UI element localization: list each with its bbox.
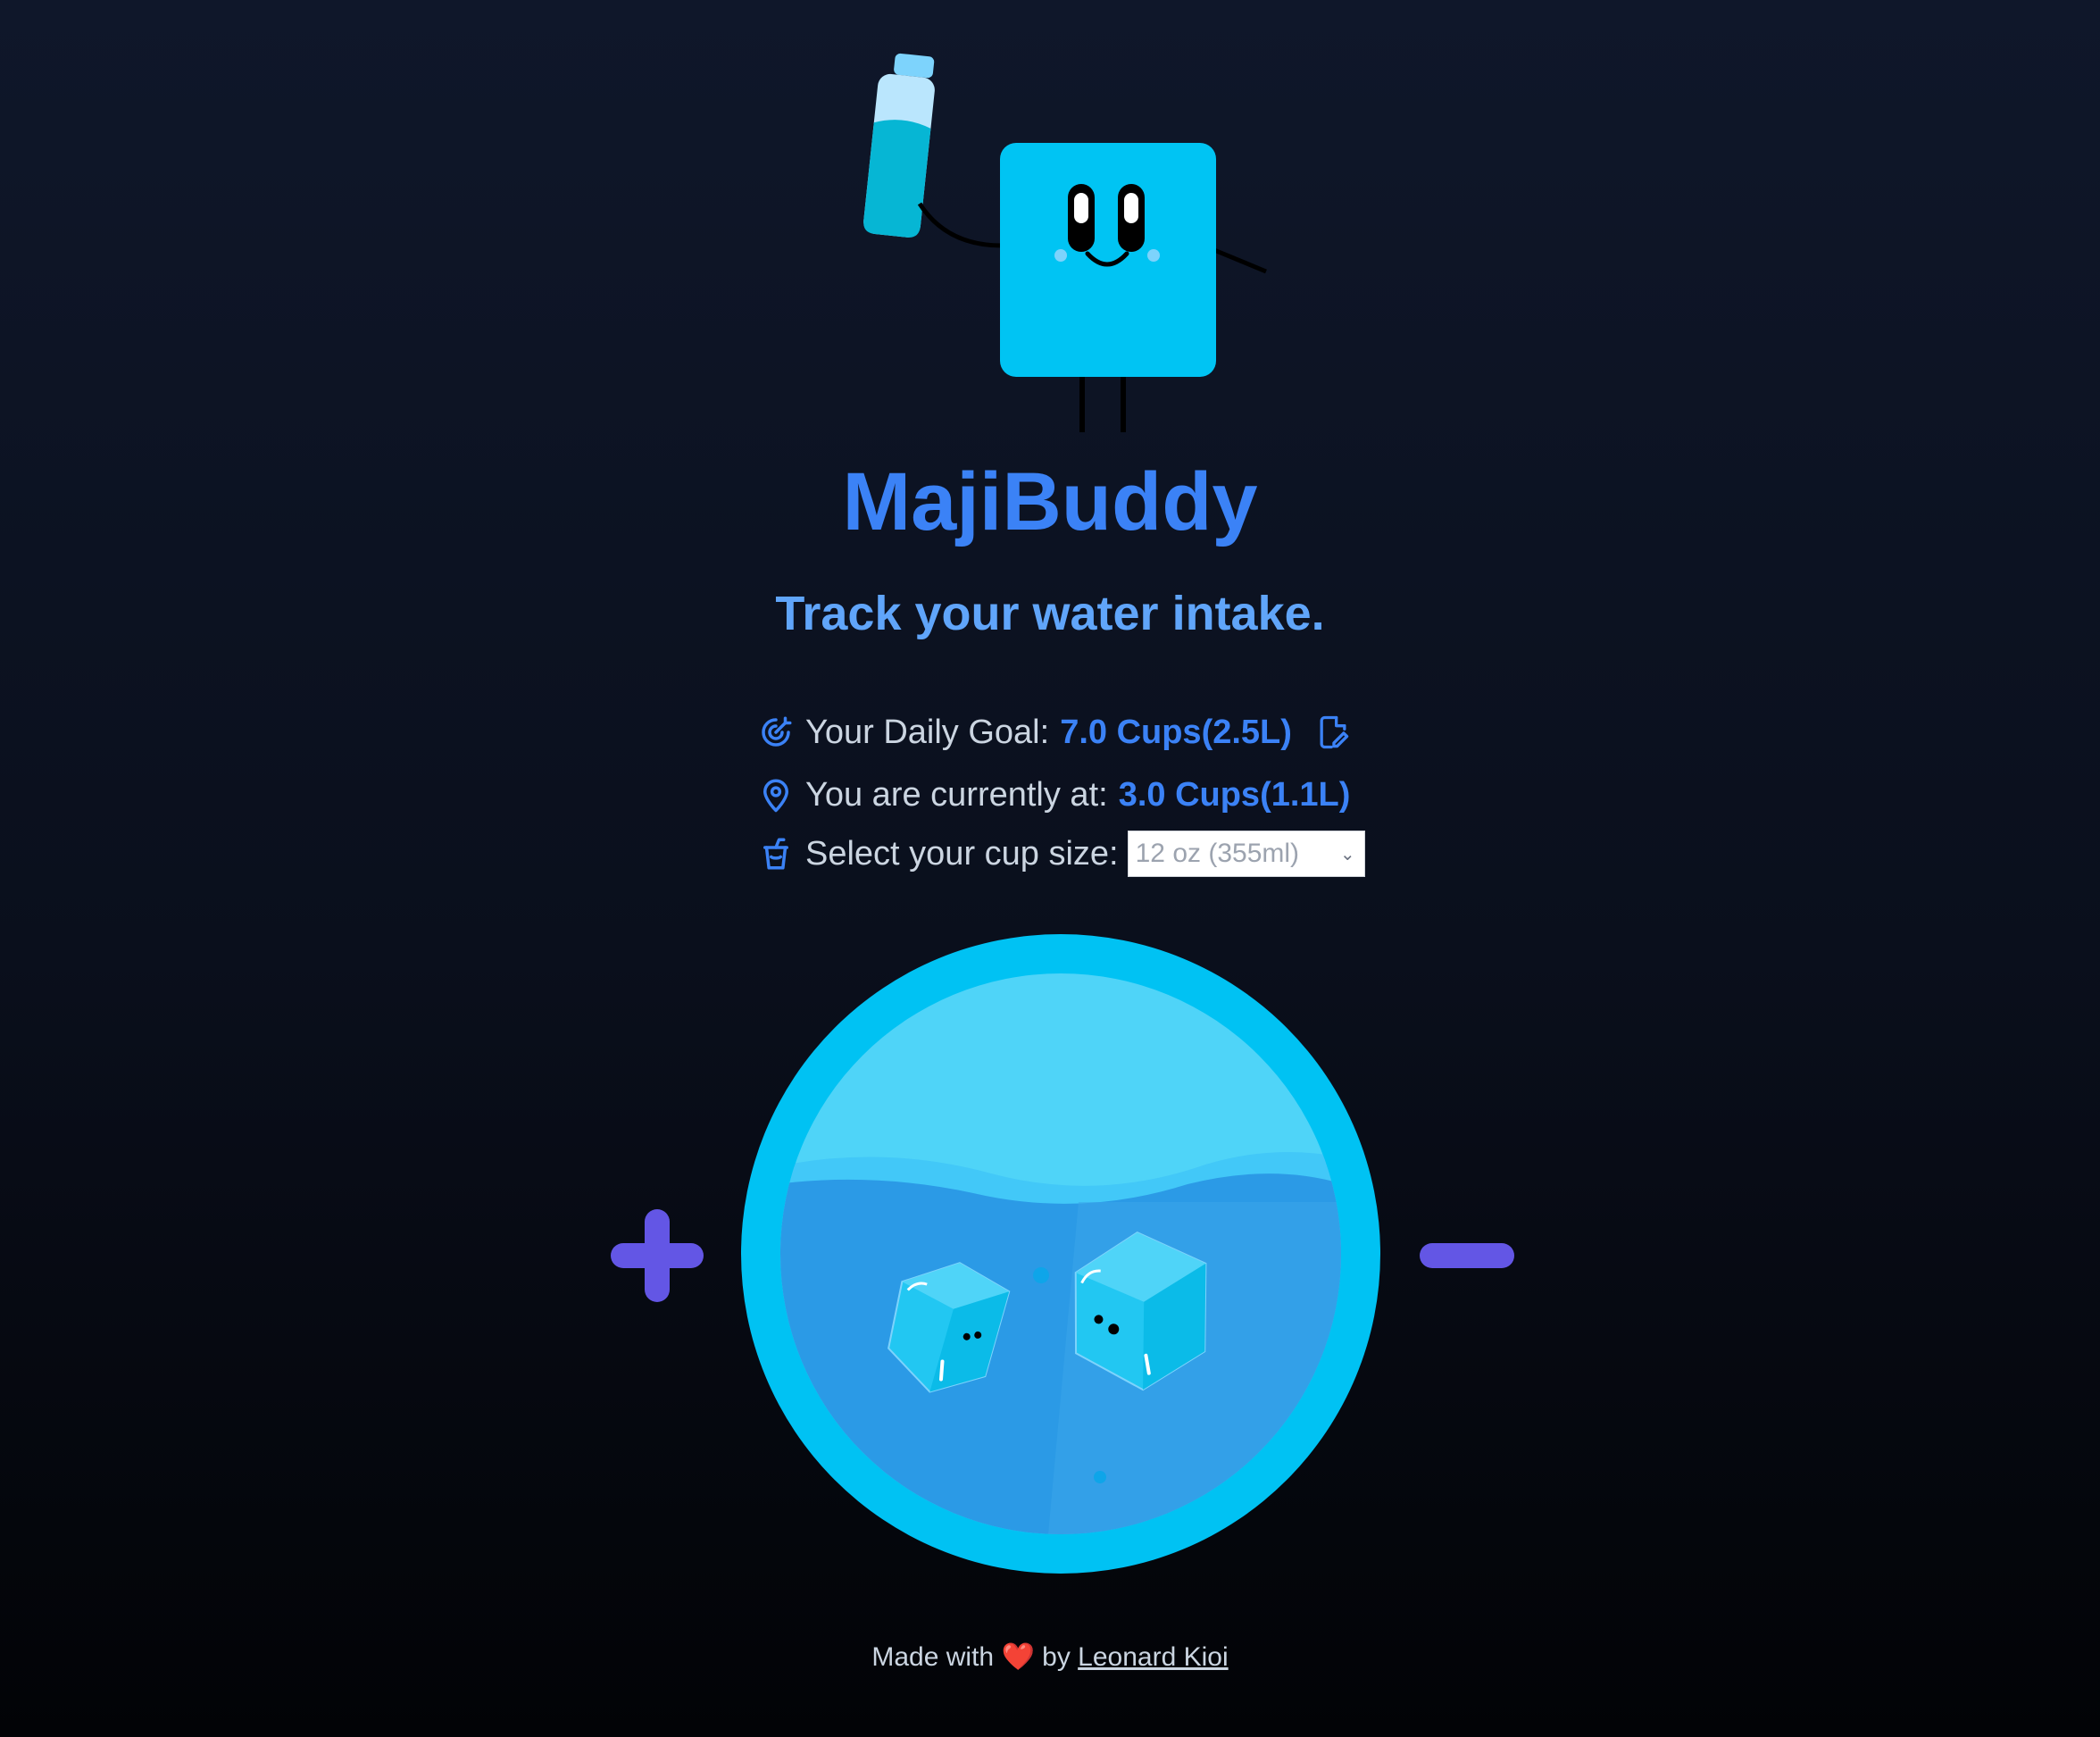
daily-goal-value: 7.0 Cups(2.5L) xyxy=(1060,713,1292,751)
water-fill xyxy=(780,1151,1341,1534)
author-link[interactable]: Leonard Kioi xyxy=(1078,1642,1228,1672)
minus-icon xyxy=(1420,1243,1514,1268)
daily-goal-label: Your Daily Goal: xyxy=(805,713,1050,751)
footer-by: by xyxy=(1042,1642,1071,1672)
current-intake-value: 3.0 Cups(1.1L) xyxy=(1118,775,1351,814)
cup-size-selected: 12 oz (355ml) xyxy=(1135,839,1300,868)
footer: Made with ❤️ by Leonard Kioi xyxy=(0,1641,2100,1673)
cup-icon xyxy=(763,838,788,870)
mascot-body xyxy=(1000,143,1216,377)
current-intake-row: You are currently at: 3.0 Cups(1.1L) xyxy=(757,768,1350,822)
mascot-illustration xyxy=(863,53,1267,432)
location-pin-icon xyxy=(763,779,788,813)
edit-file-icon[interactable] xyxy=(1313,713,1353,752)
water-level-bowl[interactable] xyxy=(741,934,1380,1574)
target-icon xyxy=(762,716,792,747)
add-cup-button[interactable] xyxy=(611,1209,704,1302)
app-title: MajiBuddy xyxy=(842,456,1258,547)
cup-size-row: Select your cup size: 12 oz (355ml) ⌄ xyxy=(757,827,1365,881)
cup-size-label: Select your cup size: xyxy=(805,834,1119,873)
chevron-down-icon: ⌄ xyxy=(1339,844,1355,864)
heart-icon: ❤️ xyxy=(1001,1642,1035,1672)
current-intake-label: You are currently at: xyxy=(805,775,1108,814)
cup-size-select[interactable]: 12 oz (355ml) ⌄ xyxy=(1127,831,1365,877)
remove-cup-button[interactable] xyxy=(1420,1241,1514,1270)
footer-prefix: Made with xyxy=(871,1642,995,1672)
daily-goal-row: Your Daily Goal: 7.0 Cups(2.5L) xyxy=(757,706,1353,759)
app-tagline: Track your water intake. xyxy=(775,587,1325,640)
plus-icon xyxy=(611,1209,704,1302)
